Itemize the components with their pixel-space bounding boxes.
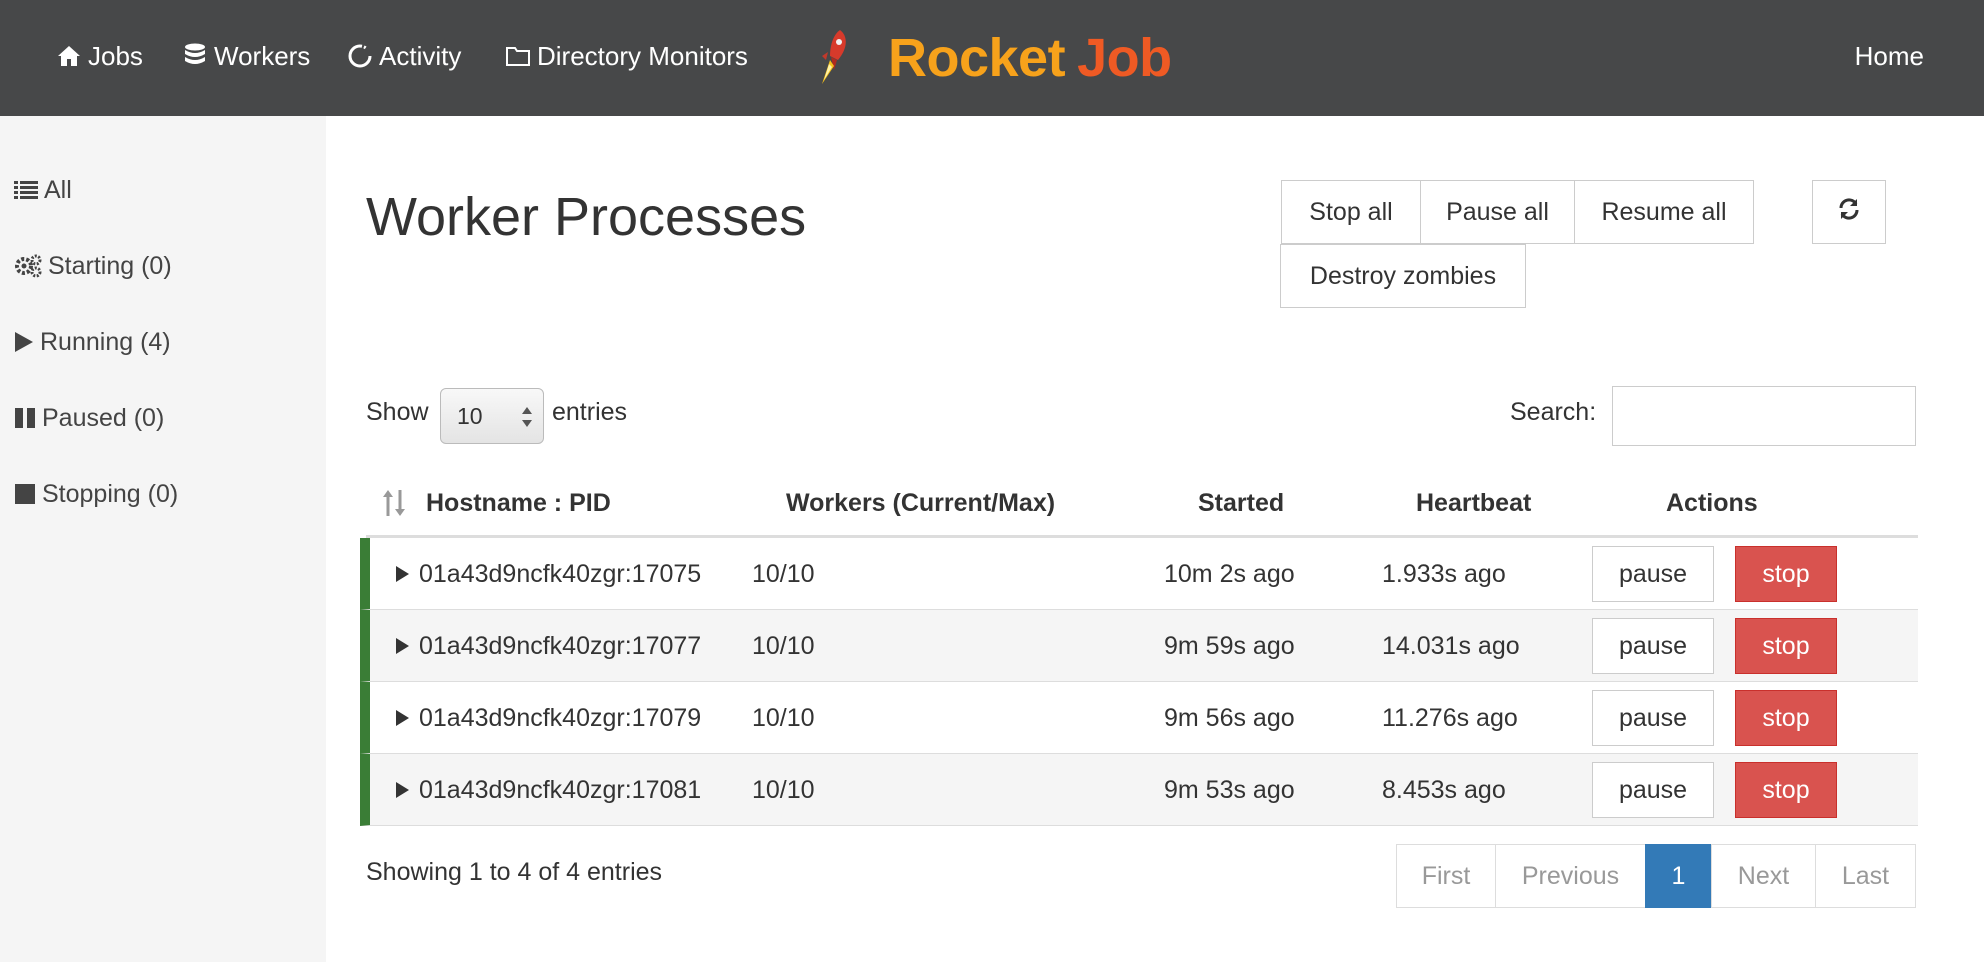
rocket-icon <box>810 26 854 90</box>
row-started: 9m 56s ago <box>1164 703 1295 732</box>
nav-directory-monitors[interactable]: Directory Monitors <box>505 36 748 76</box>
row-pause-button[interactable]: pause <box>1592 618 1714 674</box>
home-icon <box>56 43 82 69</box>
expand-caret-icon[interactable] <box>396 638 409 654</box>
destroy-zombies-button[interactable]: Destroy zombies <box>1280 244 1526 308</box>
column-header-actions: Actions <box>1666 488 1758 517</box>
workers-table: 01a43d9ncfk40zgr:17075 10/10 10m 2s ago … <box>360 538 1918 826</box>
row-pause-button[interactable]: pause <box>1592 546 1714 602</box>
nav-home[interactable]: Home <box>1855 36 1924 76</box>
row-pause-button[interactable]: pause <box>1592 762 1714 818</box>
row-started: 10m 2s ago <box>1164 559 1295 588</box>
show-label: Show <box>366 398 429 426</box>
row-hostname[interactable]: 01a43d9ncfk40zgr:17075 <box>396 538 701 610</box>
pause-icon <box>14 407 36 429</box>
row-workers: 10/10 <box>752 559 815 588</box>
pager-previous[interactable]: Previous <box>1495 844 1646 908</box>
table-row[interactable]: 01a43d9ncfk40zgr:17081 10/10 9m 53s ago … <box>360 754 1918 826</box>
stop-icon <box>14 483 36 505</box>
brand-logo[interactable]: Rocket Job <box>810 26 1172 90</box>
row-stop-button[interactable]: stop <box>1735 762 1837 818</box>
brand-job-text: Job <box>1077 28 1172 88</box>
row-stop-button[interactable]: stop <box>1735 618 1837 674</box>
expand-caret-icon[interactable] <box>396 566 409 582</box>
gears-icon <box>14 254 42 278</box>
row-hostname[interactable]: 01a43d9ncfk40zgr:17077 <box>396 610 701 682</box>
row-heartbeat: 8.453s ago <box>1382 775 1506 804</box>
resume-all-button[interactable]: Resume all <box>1574 180 1754 244</box>
folder-icon <box>505 43 531 69</box>
brand-rocket-text: Rocket <box>888 28 1066 88</box>
row-started: 9m 53s ago <box>1164 775 1295 804</box>
play-icon <box>14 331 34 353</box>
nav-jobs-label: Jobs <box>88 40 143 71</box>
search-input[interactable] <box>1612 386 1916 446</box>
database-icon <box>182 43 208 69</box>
sidebar: All Starting (0) Running (4) Paused (0) … <box>0 116 326 962</box>
row-hostname[interactable]: 01a43d9ncfk40zgr:17079 <box>396 682 701 754</box>
refresh-circle-icon <box>347 43 373 69</box>
pager-first[interactable]: First <box>1396 844 1496 908</box>
row-pause-button[interactable]: pause <box>1592 690 1714 746</box>
sidebar-item-running-label: Running (4) <box>40 327 171 356</box>
row-workers: 10/10 <box>752 631 815 660</box>
table-row[interactable]: 01a43d9ncfk40zgr:17079 10/10 9m 56s ago … <box>360 682 1918 754</box>
row-hostname-text: 01a43d9ncfk40zgr:17077 <box>419 631 702 660</box>
row-started: 9m 59s ago <box>1164 631 1295 660</box>
column-header-started[interactable]: Started <box>1198 486 1284 520</box>
sidebar-item-stopping-label: Stopping (0) <box>42 479 179 508</box>
row-workers: 10/10 <box>752 703 815 732</box>
column-header-heartbeat[interactable]: Heartbeat <box>1416 486 1531 520</box>
sidebar-item-all[interactable]: All <box>14 170 72 210</box>
sidebar-item-running[interactable]: Running (4) <box>14 322 171 362</box>
select-arrows-icon <box>521 403 533 431</box>
row-workers: 10/10 <box>752 775 815 804</box>
row-hostname-text: 01a43d9ncfk40zgr:17079 <box>419 703 702 732</box>
list-icon <box>14 180 38 200</box>
pager-page-current[interactable]: 1 <box>1645 844 1712 908</box>
pager-next[interactable]: Next <box>1711 844 1816 908</box>
stop-all-button[interactable]: Stop all <box>1281 180 1421 244</box>
sidebar-item-starting[interactable]: Starting (0) <box>14 246 172 286</box>
table-row[interactable]: 01a43d9ncfk40zgr:17075 10/10 10m 2s ago … <box>360 538 1918 610</box>
table-info: Showing 1 to 4 of 4 entries <box>366 858 663 886</box>
refresh-icon <box>1837 197 1861 228</box>
nav-jobs[interactable]: Jobs <box>56 36 143 76</box>
column-header-workers[interactable]: Workers (Current/Max) <box>786 486 1055 520</box>
sidebar-item-starting-label: Starting (0) <box>48 251 172 280</box>
column-header-hostname[interactable]: Hostname : PID <box>426 486 611 520</box>
sidebar-item-stopping[interactable]: Stopping (0) <box>14 474 178 514</box>
entries-select[interactable]: 10 <box>440 388 544 444</box>
pause-all-button[interactable]: Pause all <box>1420 180 1575 244</box>
top-navbar: Jobs Workers Activity Directory Monitors <box>0 0 1984 116</box>
sidebar-item-all-label: All <box>44 175 72 204</box>
expand-caret-icon[interactable] <box>396 710 409 726</box>
pager-last[interactable]: Last <box>1815 844 1916 908</box>
row-hostname[interactable]: 01a43d9ncfk40zgr:17081 <box>396 754 701 826</box>
row-stop-button[interactable]: stop <box>1735 690 1837 746</box>
nav-workers-label: Workers <box>214 40 311 71</box>
search-label: Search: <box>1510 398 1597 426</box>
row-heartbeat: 14.031s ago <box>1382 631 1520 660</box>
refresh-button[interactable] <box>1812 180 1886 244</box>
row-heartbeat: 11.276s ago <box>1382 703 1518 732</box>
sidebar-item-paused[interactable]: Paused (0) <box>14 398 164 438</box>
sidebar-item-paused-label: Paused (0) <box>42 403 165 432</box>
row-hostname-text: 01a43d9ncfk40zgr:17081 <box>419 775 702 804</box>
table-row[interactable]: 01a43d9ncfk40zgr:17077 10/10 9m 59s ago … <box>360 610 1918 682</box>
nav-workers[interactable]: Workers <box>182 36 310 76</box>
row-heartbeat: 1.933s ago <box>1382 559 1506 588</box>
nav-directory-monitors-label: Directory Monitors <box>537 40 748 71</box>
nav-activity-label: Activity <box>379 40 462 71</box>
expand-caret-icon[interactable] <box>396 782 409 798</box>
sort-icon[interactable] <box>382 486 406 520</box>
entries-label: entries <box>552 398 628 426</box>
page-title: Worker Processes <box>366 187 807 247</box>
nav-activity[interactable]: Activity <box>347 36 461 76</box>
row-stop-button[interactable]: stop <box>1735 546 1837 602</box>
row-hostname-text: 01a43d9ncfk40zgr:17075 <box>419 559 702 588</box>
entries-select-value: 10 <box>457 402 483 429</box>
